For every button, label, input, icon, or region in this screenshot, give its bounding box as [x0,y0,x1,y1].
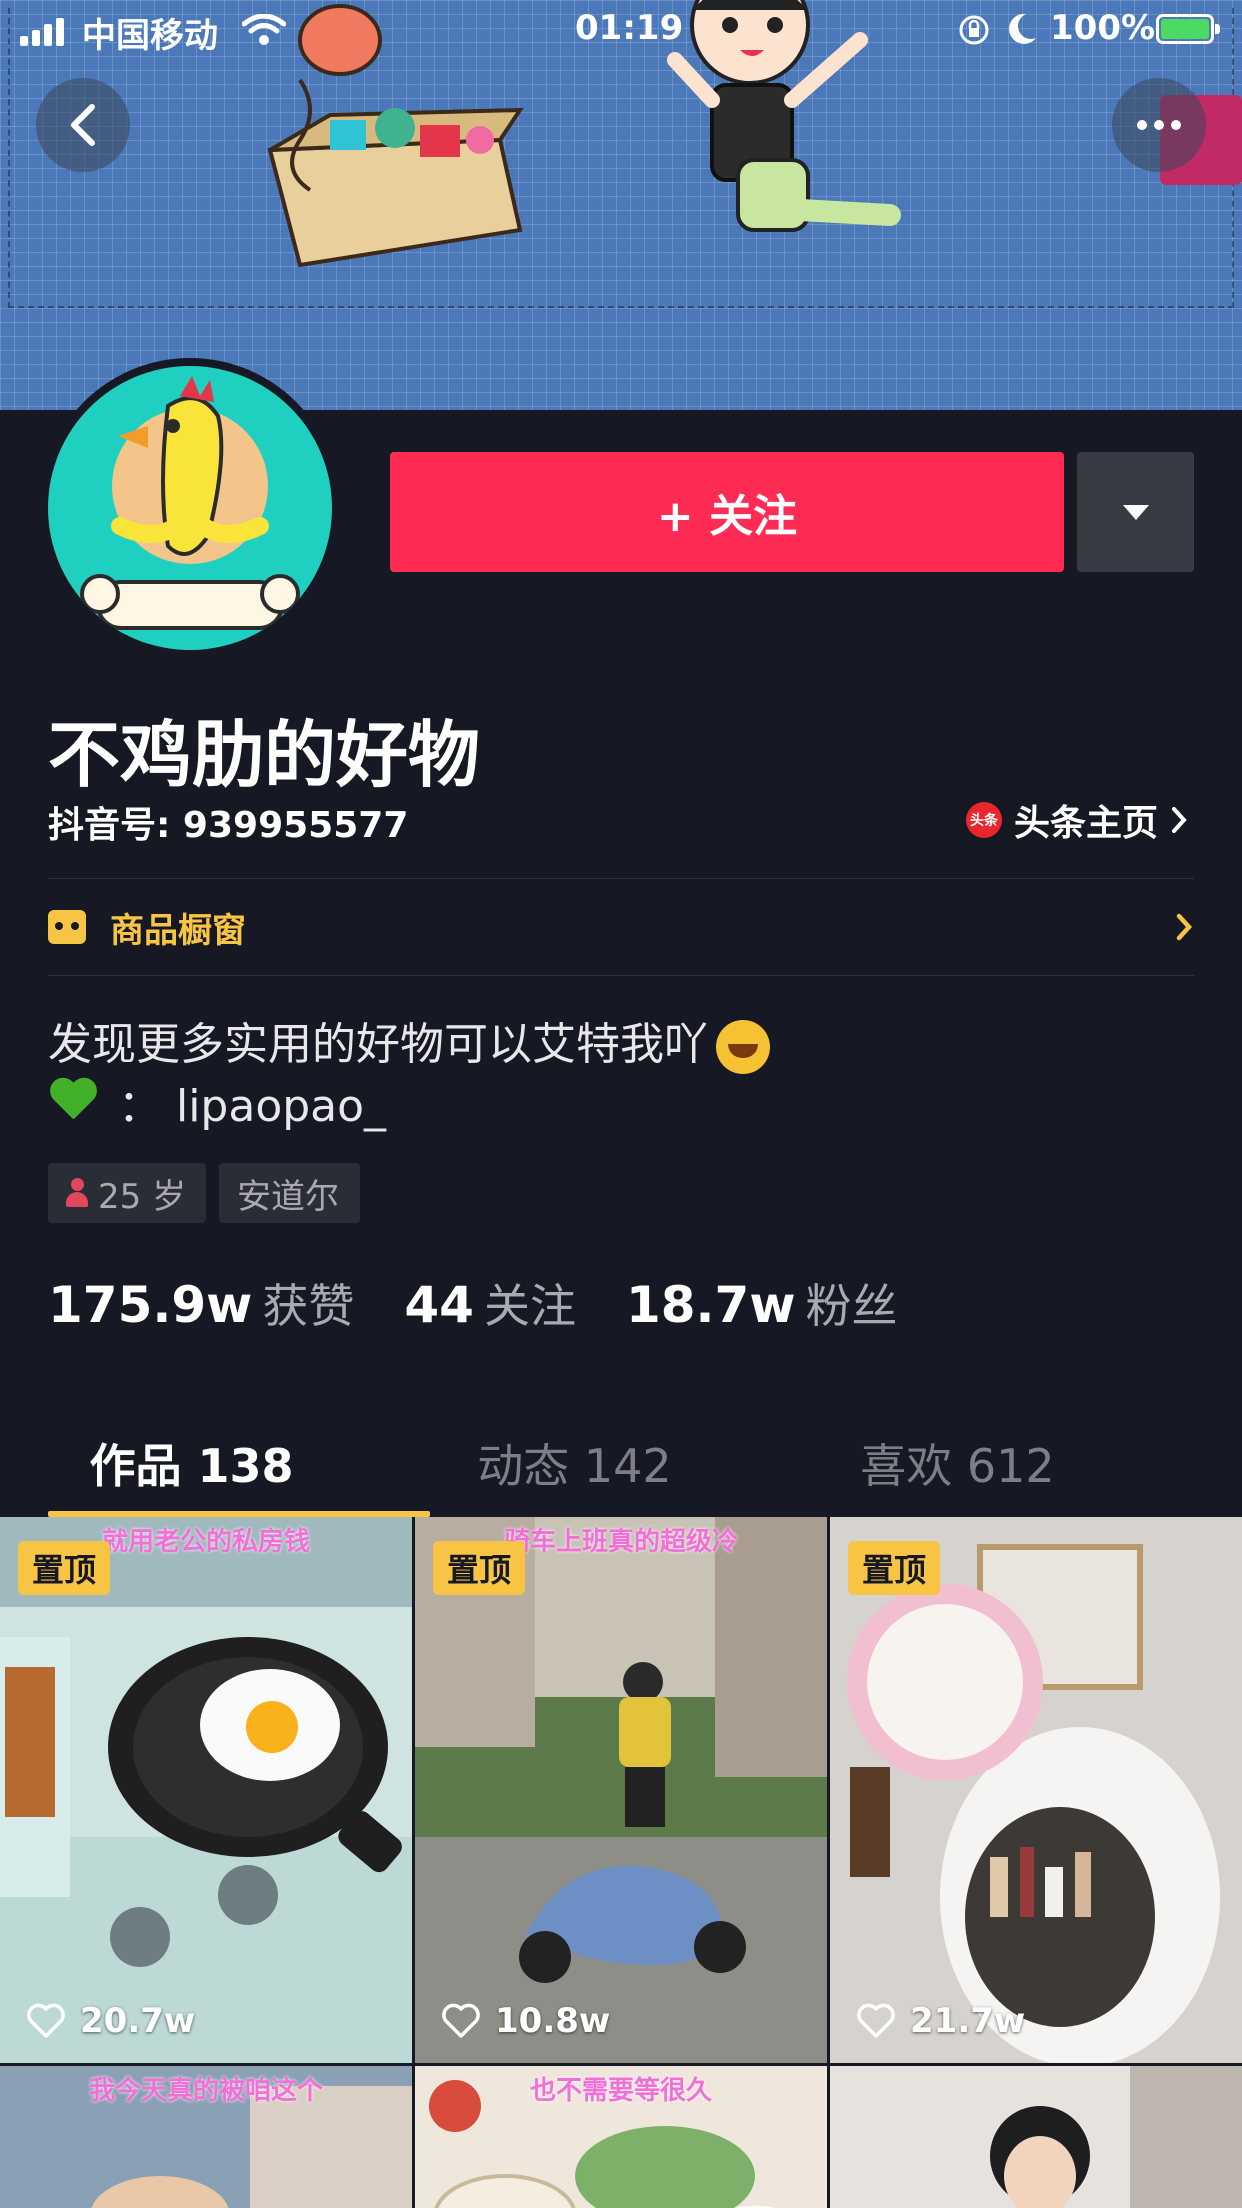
thumbnail-image [830,1517,1242,2063]
pinned-badge: 置顶 [848,1541,941,1595]
toutiao-label: 头条主页 [1013,803,1158,844]
stat-followers-value: 18.7w [625,1276,796,1334]
stat-likes-label: 获赞 [262,1279,355,1333]
product-showcase-label: 商品橱窗 [110,910,246,951]
pinned-badge: 置顶 [433,1541,526,1595]
content-tabs: 作品 138 动态 142 喜欢 612 [0,1410,1242,1516]
follow-button[interactable]: + 关注 [390,452,1064,572]
bio-wechat-text: ： lipaopao_ [118,1081,387,1132]
battery-icon [1156,14,1220,44]
video-likes-count: 20.7w [80,2001,196,2041]
video-likes: 20.7w [26,2001,195,2041]
stat-following[interactable]: 44 关注 [404,1270,576,1336]
avatar[interactable] [40,358,340,658]
tab-moments[interactable]: 动态 142 [383,1410,766,1516]
profile-name: 不鸡肋的好物 [48,713,481,797]
thumbnail-image [0,1517,412,2063]
stat-following-value: 44 [404,1276,474,1334]
triangle-down-icon [1122,504,1149,520]
back-button[interactable] [36,78,130,172]
chevron-left-icon [71,104,95,146]
thumbnail-image [415,1517,827,2063]
laughing-emoji-icon [716,1020,770,1074]
moon-icon [1009,13,1036,44]
chevron-right-icon [1172,807,1187,833]
heart-outline-icon [857,2003,895,2038]
signal-icon [20,16,64,46]
carrier-name: 中国移动 [82,16,218,56]
stat-following-label: 关注 [483,1279,576,1333]
bio-line-1: 发现更多实用的好物可以艾特我吖 [48,1008,770,1074]
tab-likes[interactable]: 喜欢 612 [766,1410,1149,1516]
tab-works[interactable]: 作品 138 [0,1410,383,1516]
video-thumbnail[interactable]: 置顶 21.7w [830,1517,1242,2063]
shop-icon [48,910,86,944]
toutiao-homepage-link[interactable]: 头条 头条主页 [965,794,1188,846]
clock-time: 01:19 [575,8,684,48]
product-showcase-row[interactable]: 商品橱窗 [48,879,1194,975]
video-thumbnail[interactable]: 我今天真的被咱这个 [0,2066,412,2208]
video-thumbnail[interactable]: 也不需要等很久 [415,2066,827,2208]
thumbnail-image [830,2066,1242,2208]
video-likes-count: 21.7w [910,2001,1026,2041]
video-likes-count: 10.8w [495,2001,611,2041]
wifi-icon [242,14,286,45]
location-tag: 安道尔 [219,1163,360,1223]
recommend-dropdown-button[interactable] [1077,452,1194,572]
stat-likes-value: 175.9w [48,1276,253,1334]
divider [48,975,1194,976]
avatar-chicken-illustration [80,376,300,630]
stat-followers[interactable]: 18.7w 粉丝 [626,1270,898,1336]
location-text: 安道尔 [237,1176,339,1217]
cover-illustration [267,0,1242,268]
video-caption: 我今天真的被咱这个 [88,2076,323,2106]
bio-line-2: ： lipaopao_ [48,1070,386,1134]
more-dots-icon [1137,120,1181,130]
profile-stats: 175.9w 获赞 44 关注 18.7w 粉丝 [48,1270,948,1336]
toutiao-logo-icon: 头条 [965,802,1002,838]
profile-cover-banner: 中国移动 01:19 100% [0,0,1242,410]
bio-text: 发现更多实用的好物可以艾特我吖 [48,1019,708,1070]
pinned-badge: 置顶 [18,1541,111,1595]
more-options-button[interactable] [1112,78,1206,172]
battery-percent: 100% [1050,8,1156,48]
video-likes: 10.8w [441,2001,610,2041]
green-heart-icon [48,1079,98,1125]
female-person-icon [66,1178,88,1208]
stat-followers-label: 粉丝 [805,1279,898,1333]
video-thumbnail[interactable] [830,2066,1242,2208]
chevron-right-icon [1176,913,1193,941]
heart-outline-icon [27,2003,65,2038]
video-caption: 也不需要等很久 [529,2076,712,2106]
video-likes: 21.7w [856,2001,1025,2041]
rotation-lock-icon [959,15,989,45]
stat-likes[interactable]: 175.9w 获赞 [48,1270,354,1336]
video-thumbnail[interactable]: 就用老公的私房钱 置顶 20.7w [0,1517,412,2063]
status-bar: 中国移动 01:19 100% [0,0,1242,60]
heart-outline-icon [442,2003,480,2038]
video-thumbnail[interactable]: 骑车上班真的超级冷 置顶 10.8w [415,1517,827,2063]
age-text: 25 岁 [98,1176,187,1217]
douyin-id: 抖音号: 939955577 [48,805,409,846]
age-tag: 25 岁 [48,1163,206,1223]
